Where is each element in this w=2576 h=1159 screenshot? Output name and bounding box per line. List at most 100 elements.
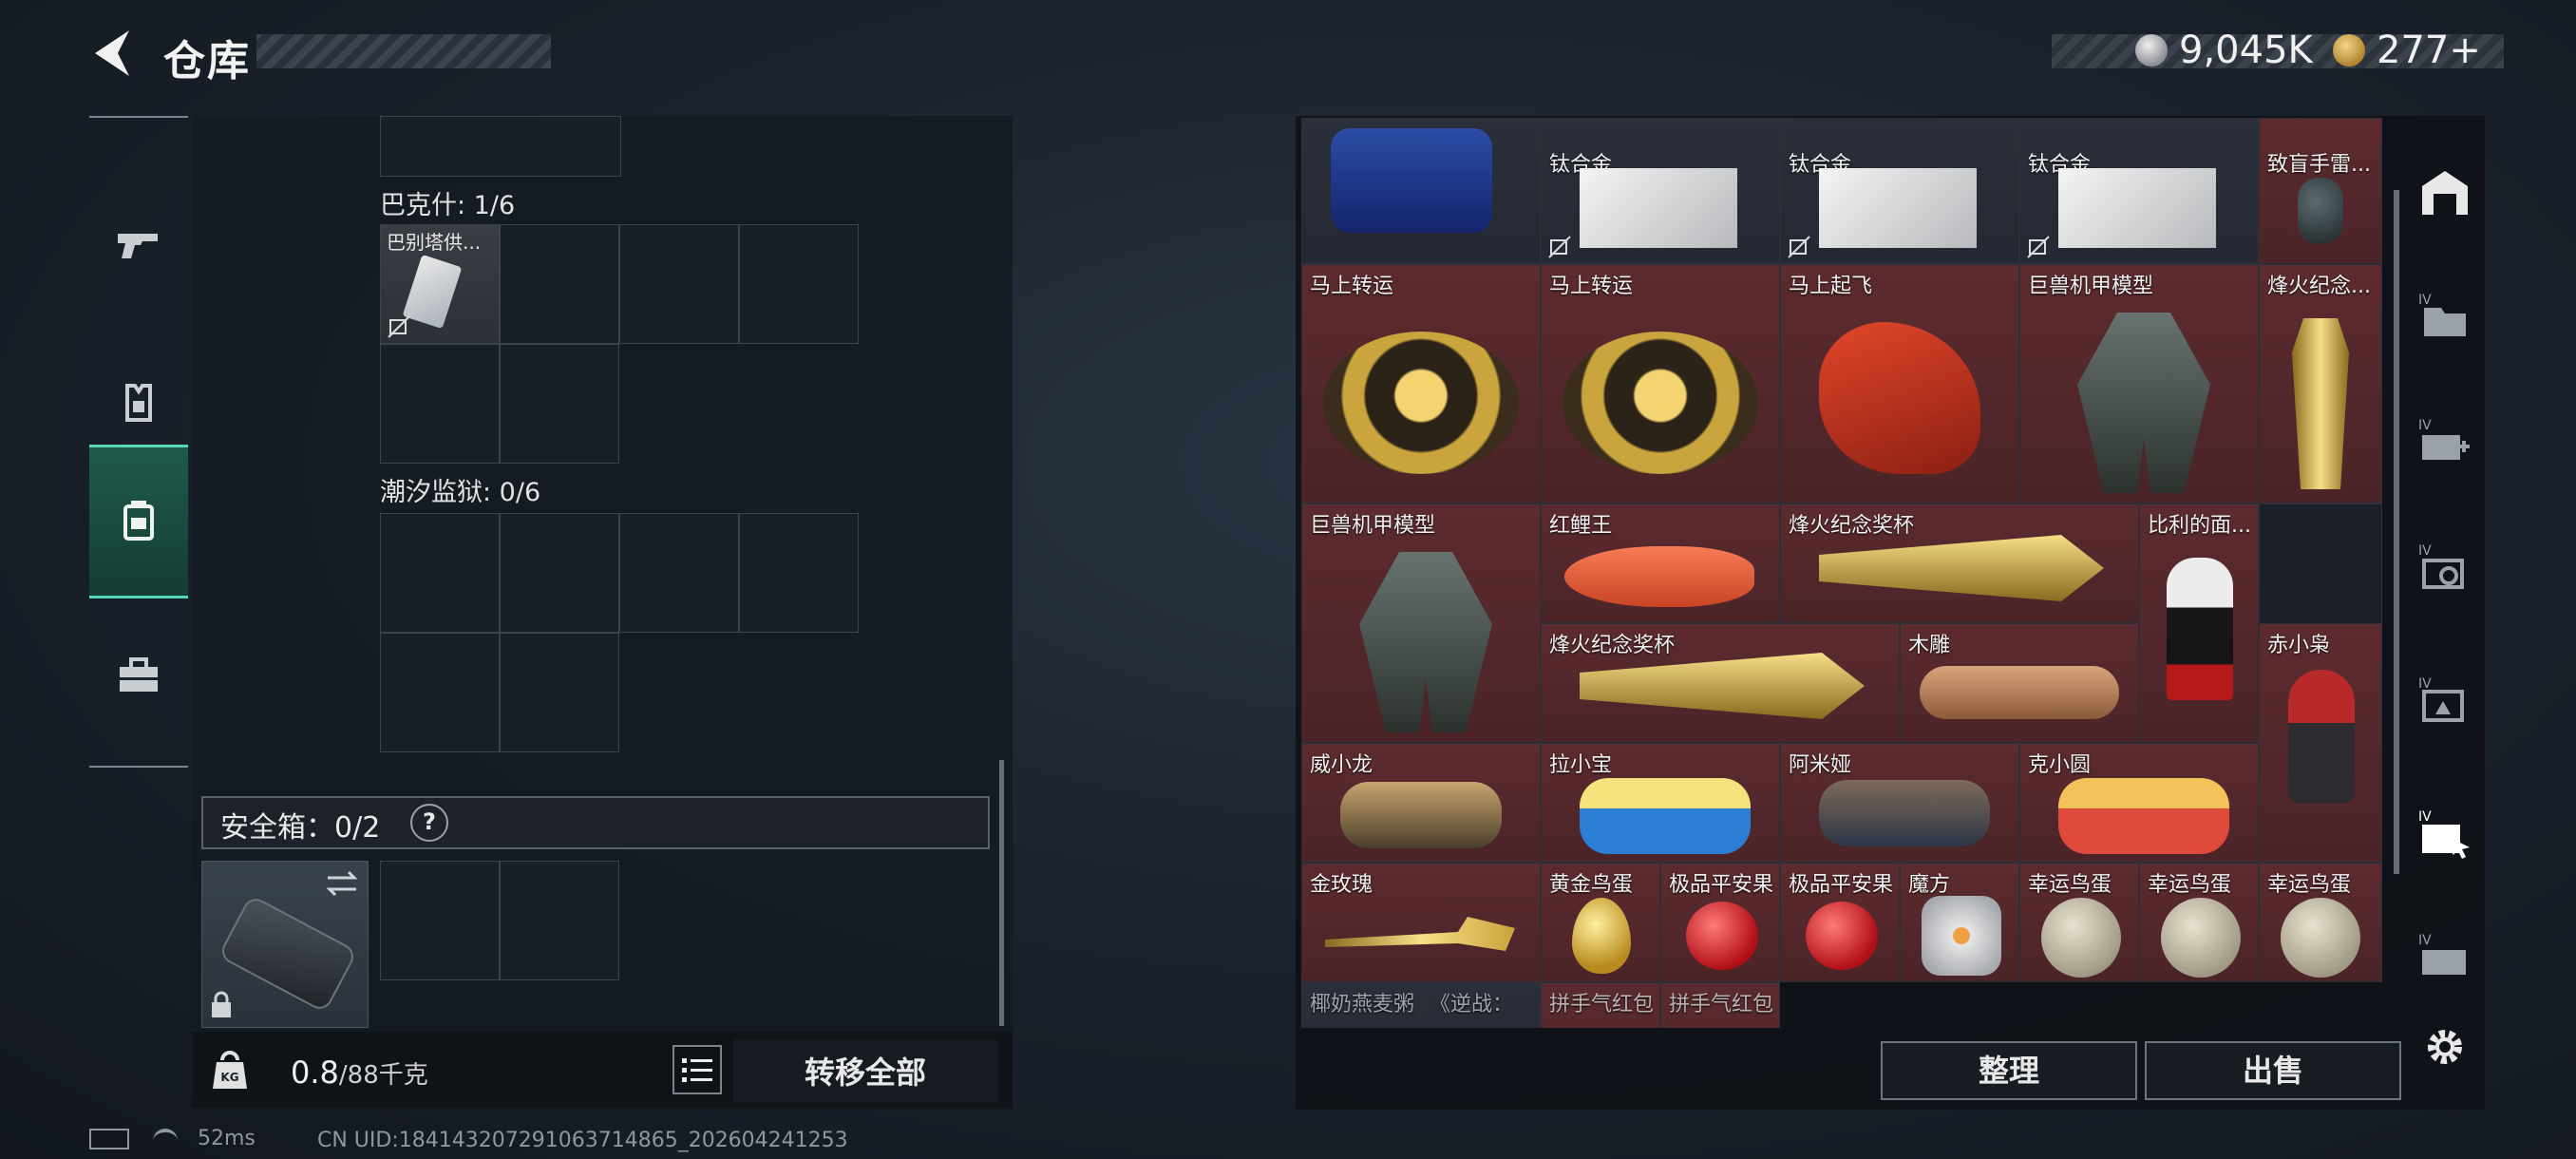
warehouse-main-tab[interactable] [2411,160,2479,228]
settings-button[interactable] [2411,1013,2479,1081]
warehouse-item-flash-grenade[interactable]: 致盲手雷... [2259,118,2382,264]
container-slot[interactable] [739,224,859,344]
warehouse-item-wood-carving[interactable]: 木雕 [1900,623,2139,743]
container-slot[interactable] [380,344,500,464]
medical-icon: IV [2418,418,2470,460]
billy-figure-image [2167,558,2233,700]
container-slot[interactable] [500,513,619,633]
svg-text:IV: IV [2418,933,2432,948]
warehouse-item-red-envelope[interactable]: 拼手气红包 [1660,982,1780,1028]
container-slot[interactable] [380,513,500,633]
container-slot[interactable] [500,344,619,464]
container-slot[interactable] [619,224,739,344]
warehouse-item-billy-mask[interactable]: 比利的面... [2139,504,2259,743]
rail-toolbox-tab[interactable] [89,602,188,750]
container-slot[interactable] [380,633,500,752]
warehouse-item-motor[interactable] [1301,118,1541,264]
warehouse-item-red-carp[interactable]: 红鲤王 [1541,504,1780,623]
container-slot[interactable] [739,513,859,633]
warehouse-item-mashang-zhuanyun[interactable]: 马上转运 [1541,264,1780,504]
warehouse-item-titanium[interactable]: 钛合金 [2019,118,2259,264]
warehouse-icon [2422,171,2468,215]
help-icon[interactable]: ? [410,804,448,842]
wifi-icon [153,1129,178,1150]
sort-button[interactable]: 整理 [1881,1041,2137,1100]
warehouse-scrollbar[interactable] [2394,190,2399,874]
svg-text:KG: KG [220,1071,238,1084]
item-name: 幸运鸟蛋 [2267,873,2352,897]
item-name: 巨兽机甲模型 [2028,275,2154,298]
warehouse-item-nizhan[interactable]: 《逆战： [1421,982,1541,1028]
warehouse-item-lucky-egg[interactable]: 幸运鸟蛋 [2259,863,2382,982]
warehouse-item-amiya[interactable]: 阿米娅 [1780,743,2019,863]
back-button[interactable] [87,27,135,80]
grenade-image [2298,178,2343,244]
warehouse-item-fenghuo-trophy[interactable]: 烽火纪念奖杯 [1541,623,1900,743]
warehouse-tab-folder[interactable]: IV [2411,281,2479,350]
inventory-item-babieta[interactable]: 巴别塔供... [380,224,500,344]
item-name: 幸运鸟蛋 [2028,873,2112,897]
container-slot[interactable] [500,633,619,752]
apple-image [1686,902,1758,970]
warehouse-item-cube[interactable]: 魔方 [1900,863,2019,982]
warehouse-tab-weapons[interactable]: IV [2411,922,2479,990]
list-view-button[interactable] [672,1045,722,1094]
warehouse-item-lucky-egg[interactable]: 幸运鸟蛋 [2139,863,2259,982]
warehouse-item-mashang-zhuanyun[interactable]: 马上转运 [1301,264,1541,504]
safe-box-slot[interactable] [500,861,619,980]
no-trade-icon [2027,236,2050,258]
silver-coin-icon [2135,34,2168,66]
container-slot[interactable] [619,513,739,633]
warehouse-grid: 钛合金 钛合金 钛合金 致盲手雷... 马上转运 马上转运 马上起飞 巨兽机甲模… [1301,118,2382,1028]
warehouse-item-fenghuo-trophy[interactable]: 烽火纪念奖杯 [1780,504,2139,623]
rail-backpack-tab[interactable] [89,445,188,598]
warehouse-item-apple[interactable]: 极品平安果 [1660,863,1780,982]
lock-icon [212,991,231,1017]
svg-text:IV: IV [2418,676,2432,692]
warehouse-tab-gear[interactable]: IV [2411,665,2479,733]
item-name: 烽火纪念奖杯 [1549,634,1676,657]
item-name: 极品平安果 [1669,873,1774,897]
item-name: 烽火纪念... [2267,275,2371,298]
warehouse-item-kexiaoyuan[interactable]: 克小圆 [2019,743,2259,863]
item-name: 马上起飞 [1789,275,1873,298]
warehouse-tab-collectibles[interactable]: IV [2411,798,2479,866]
safe-box-slot[interactable] [380,861,500,980]
golden-wheel-image [1563,332,1758,474]
trophy-image [1580,653,1865,719]
container-slot[interactable] [500,224,619,344]
warehouse-item-laxiaobao[interactable]: 拉小宝 [1541,743,1780,863]
warehouse-item-titanium[interactable]: 钛合金 [1541,118,1780,264]
warehouse-item-lucky-egg[interactable]: 幸运鸟蛋 [2019,863,2139,982]
ammo-icon: IV [2418,543,2464,589]
backpack-scrollbar[interactable] [999,760,1004,1026]
item-name: 马上转运 [1549,275,1634,298]
safe-box-item[interactable] [201,861,369,1028]
item-name: 烽火纪念奖杯 [1789,514,1915,538]
sell-button[interactable]: 出售 [2145,1041,2401,1100]
currency-gold-value[interactable]: 277+ [2377,28,2481,72]
warehouse-item-mech-model[interactable]: 巨兽机甲模型 [1301,504,1541,743]
warehouse-item-oat-porridge[interactable]: 椰奶燕麦粥 [1301,982,1421,1028]
transfer-all-button[interactable]: 转移全部 [733,1039,997,1102]
warehouse-item-mech-model[interactable]: 巨兽机甲模型 [2019,264,2259,504]
warehouse-item-mashang-qifei[interactable]: 马上起飞 [1780,264,2019,504]
warehouse-item-golden-egg[interactable]: 黄金鸟蛋 [1541,863,1660,982]
warehouse-item-titanium[interactable]: 钛合金 [1780,118,2019,264]
item-name: 巴别塔供... [387,231,482,254]
warehouse-item-apple[interactable]: 极品平安果 [1780,863,1900,982]
warehouse-tab-medical[interactable]: IV [2411,407,2479,475]
item-name: 椰奶燕麦粥 [1310,993,1415,1016]
gear-box-icon: IV [2418,676,2464,722]
warehouse-item-golden-rose[interactable]: 金玫瑰 [1301,863,1541,982]
warehouse-item-chixiaoxiao[interactable]: 赤小枭 [2259,623,2382,863]
rail-weapon-tab[interactable] [89,171,188,319]
warehouse-item-weixiaolong[interactable]: 威小龙 [1301,743,1541,863]
warehouse-tab-ammo[interactable]: IV [2411,532,2479,600]
warehouse-item-red-envelope[interactable]: 拼手气红包 [1541,982,1660,1028]
cube-image [1922,896,2001,976]
mech-image [2077,313,2210,493]
warehouse-item-fenghuo-trophy[interactable]: 烽火纪念... [2259,264,2382,504]
battery-icon [89,1129,129,1150]
container-slot[interactable] [380,116,621,177]
